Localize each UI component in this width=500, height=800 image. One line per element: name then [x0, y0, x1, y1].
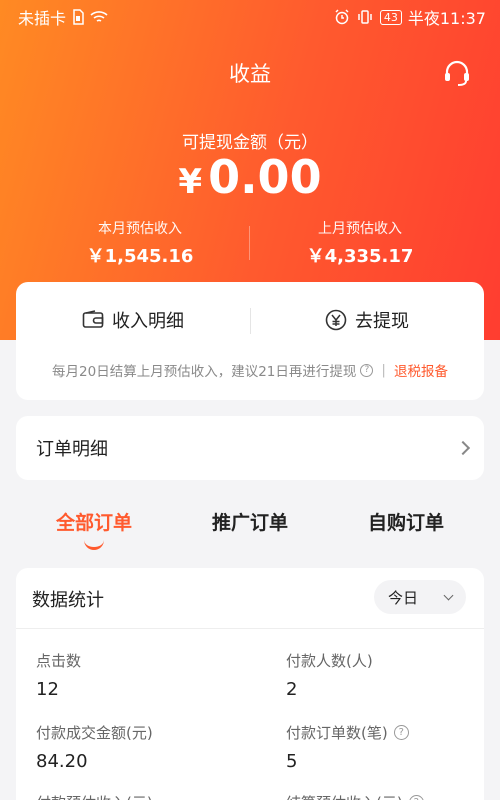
stat-value: 2 [286, 679, 298, 700]
stat-paid-orders: 付款订单数(笔)? 5 [286, 722, 409, 772]
tax-report-link[interactable]: 退税报备 [394, 360, 448, 380]
help-icon[interactable]: ? [360, 363, 374, 377]
this-month-value: ￥1,545.16 [86, 246, 194, 267]
chevron-down-icon [443, 590, 454, 600]
stat-value: 12 [36, 679, 59, 700]
last-month-label: 上月预估收入 [318, 221, 402, 237]
stat-label: 点击数 [36, 652, 82, 670]
this-month-label: 本月预估收入 [98, 221, 182, 237]
stats-title: 数据统计 [32, 590, 104, 611]
stat-value: 84.20 [36, 751, 88, 772]
stat-label: 付款人数(人) [286, 652, 373, 670]
stat-label: 结算预估收入(元) [286, 792, 403, 800]
withdraw-yen-icon [325, 309, 347, 331]
stat-label: 付款预估收入(元) [36, 792, 153, 800]
withdraw-button[interactable]: 去提现 [250, 302, 484, 338]
withdrawable-amount: ¥0.00 [0, 150, 500, 204]
estimate-divider [249, 226, 250, 260]
actions-card: 收入明细 去提现 每月20日结算上月预估收入，建议21日再进行提现 ? | 退税… [16, 282, 484, 400]
settlement-hint-text: 每月20日结算上月预估收入，建议21日再进行提现 [52, 364, 357, 380]
carrier-label: 未插卡 [18, 9, 67, 28]
tab-self-purchase-orders[interactable]: 自购订单 [336, 508, 476, 535]
currency-symbol: ¥ [178, 162, 203, 202]
this-month-estimate: 本月预估收入 ￥1,545.16 [40, 218, 240, 268]
withdraw-label: 去提现 [355, 311, 409, 332]
battery-indicator: 43 [379, 9, 402, 25]
tab-promotion-orders[interactable]: 推广订单 [180, 508, 320, 535]
period-select[interactable]: 今日 [374, 580, 466, 614]
sim-icon [73, 9, 84, 25]
stats-card: 数据统计 今日 点击数 12 付款人数(人) 2 付款成交金额(元) 84.20… [16, 568, 484, 800]
help-icon[interactable]: ? [393, 725, 409, 740]
clock: 半夜11:37 [407, 9, 486, 28]
help-icon[interactable]: ? [408, 795, 424, 800]
income-detail-button[interactable]: 收入明细 [16, 302, 250, 338]
settlement-hint: 每月20日结算上月预估收入，建议21日再进行提现 ? | 退税报备 [16, 360, 484, 380]
stat-paying-users: 付款人数(人) 2 [286, 650, 373, 700]
order-detail-label: 订单明细 [36, 439, 108, 460]
stat-settled-estimate: 结算预估收入(元)? [286, 792, 424, 800]
alarm-icon [335, 9, 349, 25]
stats-divider [16, 628, 484, 629]
order-detail-row[interactable]: 订单明细 [16, 416, 484, 480]
stat-paid-estimate: 付款预估收入(元) [36, 792, 153, 800]
stat-label: 付款成交金额(元) [36, 724, 153, 742]
stat-clicks: 点击数 12 [36, 650, 81, 700]
status-bar: 未插卡 43 半夜11:37 [0, 0, 500, 34]
chevron-right-icon [455, 440, 471, 456]
last-month-value: ￥4,335.17 [306, 246, 414, 267]
wifi-icon [90, 11, 108, 22]
wallet-icon [82, 310, 104, 328]
vibrate-icon [358, 10, 372, 24]
period-value: 今日 [388, 588, 419, 607]
customer-service-icon[interactable] [442, 58, 472, 88]
tab-all-orders[interactable]: 全部订单 [24, 508, 164, 535]
stat-paid-amount: 付款成交金额(元) 84.20 [36, 722, 153, 772]
stat-label: 付款订单数(笔) [286, 724, 388, 742]
balance-number: 0.00 [208, 150, 322, 204]
page-title: 收益 [229, 62, 271, 86]
stat-value: 5 [286, 751, 298, 772]
last-month-estimate: 上月预估收入 ￥4,335.17 [260, 218, 460, 268]
income-detail-label: 收入明细 [112, 311, 184, 332]
order-tabs: 全部订单 推广订单 自购订单 [0, 508, 500, 552]
hint-separator: | [381, 362, 386, 378]
